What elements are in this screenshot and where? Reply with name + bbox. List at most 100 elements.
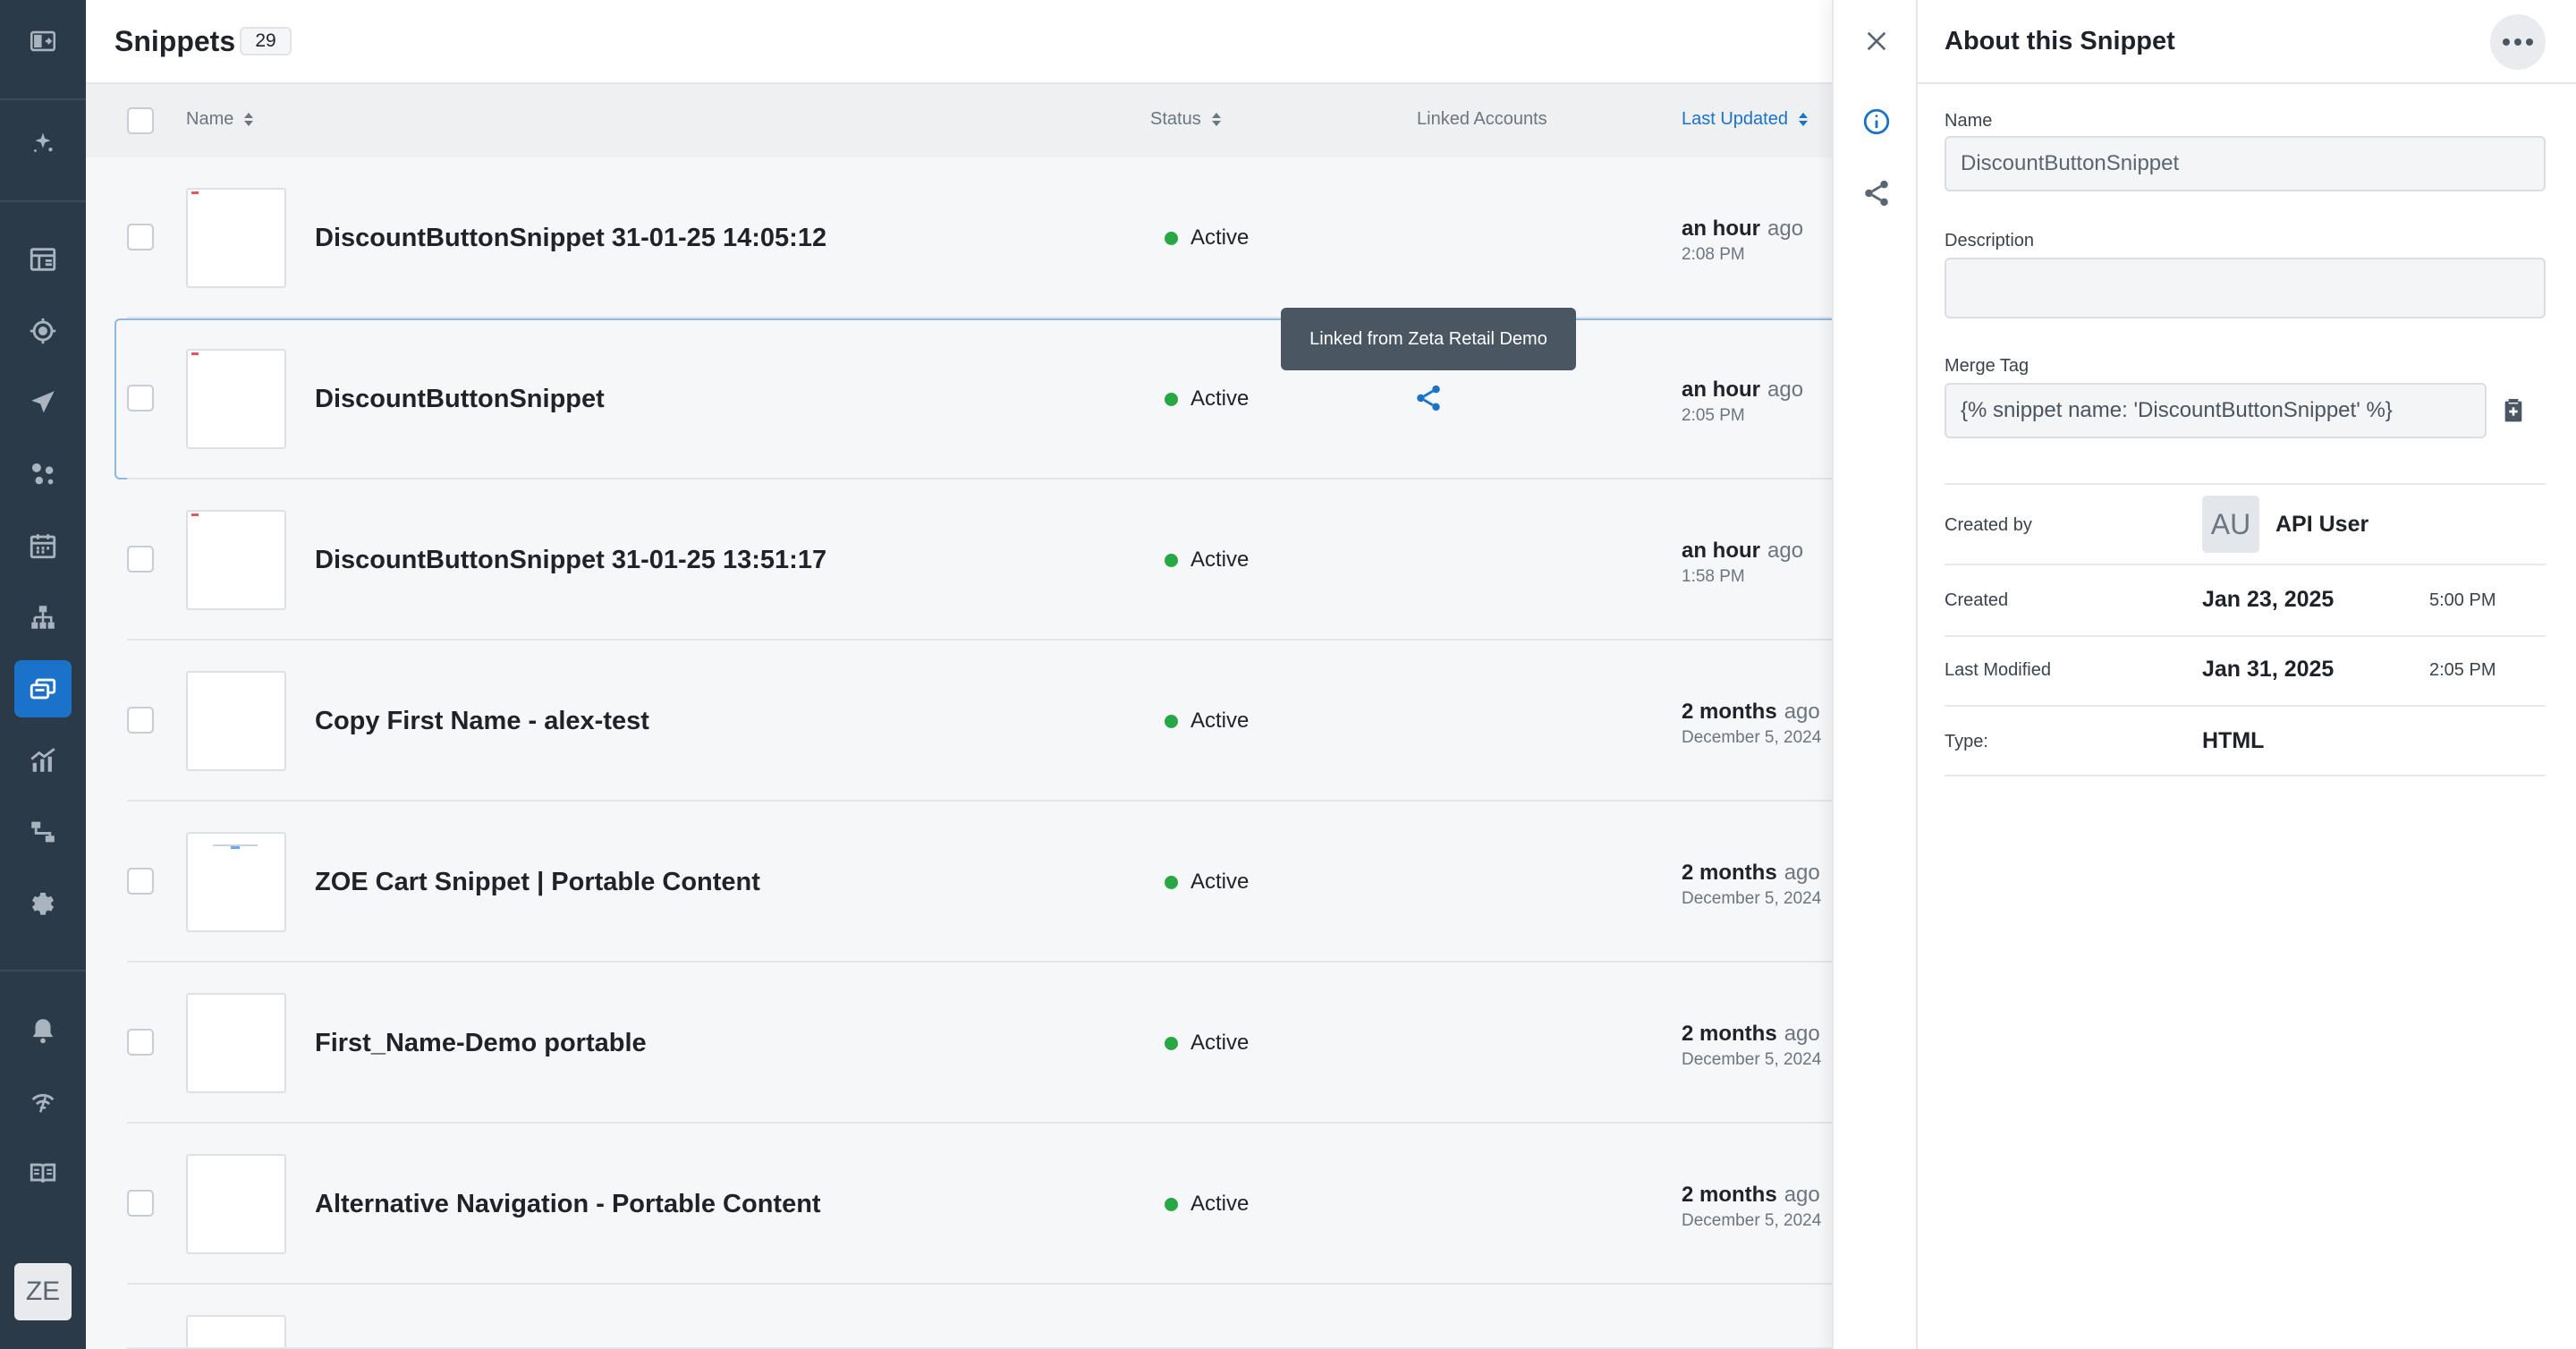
signal-icon[interactable] — [25, 1084, 61, 1120]
table-row[interactable]: Copy First Name - alex-test Active 2 mon… — [86, 641, 1832, 802]
status-dot-icon — [1165, 1197, 1178, 1211]
collapse-sidebar-icon[interactable] — [25, 23, 61, 59]
panel-icon-strip — [1832, 0, 1918, 1349]
status-dot-icon — [1165, 875, 1178, 889]
snippet-name[interactable]: DiscountButtonSnippet 31-01-25 13:51:17 — [315, 546, 826, 575]
hierarchy-icon[interactable] — [25, 599, 61, 635]
status-dot-icon — [1165, 1036, 1178, 1050]
last-updated: an hour ago 1:58 PM — [1682, 539, 1804, 586]
table-row[interactable]: DiscountButtonSnippet 31-01-25 13:51:17 … — [86, 479, 1832, 641]
page-title: Snippets — [114, 25, 236, 57]
status-badge: Active — [1165, 870, 1249, 895]
last-updated: an hour ago 2:08 PM — [1682, 216, 1804, 264]
status-badge: Active — [1165, 708, 1249, 734]
target-icon[interactable] — [25, 313, 61, 349]
last-updated: 2 months ago December 5, 2024 — [1682, 1183, 1822, 1230]
bell-icon[interactable] — [25, 1013, 61, 1048]
snippet-name[interactable]: ZOE Cart Snippet | Portable Content — [315, 868, 760, 897]
info-icon[interactable] — [1860, 106, 1893, 138]
table-row[interactable]: First_Name-Demo portable Active 2 months… — [86, 963, 1832, 1124]
send-icon[interactable] — [25, 385, 61, 420]
panel-title: About this Snippet — [1945, 27, 2175, 55]
sort-icon — [1211, 113, 1221, 126]
table-row[interactable]: ZOE Cart Snippet | Portable Content Acti… — [86, 802, 1832, 963]
share-icon[interactable] — [1860, 177, 1893, 209]
name-field[interactable]: DiscountButtonSnippet — [1945, 136, 2546, 191]
status-dot-icon — [1165, 714, 1178, 728]
last-updated: 2 months ago December 5, 2024 — [1682, 700, 1822, 747]
content-snippets-icon[interactable] — [25, 671, 61, 707]
select-all-checkbox[interactable] — [127, 107, 154, 134]
panel-header: About this Snippet — [1918, 0, 2576, 84]
user-avatar: AU — [2202, 496, 2259, 553]
snippet-thumbnail — [186, 993, 286, 1093]
table-header: Name Status Linked Accounts Last Updated — [86, 84, 1832, 157]
snippet-details-panel: About this Snippet Name DiscountButtonSn… — [1918, 0, 2576, 1349]
merge-tag-label: Merge Tag — [1945, 356, 2029, 376]
audience-icon[interactable] — [25, 456, 61, 492]
status-badge: Active — [1165, 1031, 1249, 1056]
nav-divider — [0, 98, 86, 100]
status-badge: Active — [1165, 1192, 1249, 1217]
column-header-last-updated[interactable]: Last Updated — [1682, 109, 1808, 130]
row-checkbox[interactable] — [127, 868, 154, 895]
snippet-thumbnail — [186, 671, 286, 771]
row-checkbox[interactable] — [127, 1029, 154, 1056]
left-nav: ZE — [0, 0, 86, 1349]
status-badge: Active — [1165, 386, 1249, 411]
settings-gear-icon[interactable] — [25, 886, 61, 921]
snippet-thumbnail — [186, 188, 286, 288]
created-row: Created Jan 23, 2025 5:00 PM — [1945, 565, 2546, 637]
sparkle-icon[interactable] — [25, 125, 61, 161]
snippet-name[interactable]: Alternative Navigation - Portable Conten… — [315, 1190, 821, 1219]
column-header-status[interactable]: Status — [1150, 109, 1221, 130]
row-checkbox[interactable] — [127, 385, 154, 411]
status-badge: Active — [1165, 225, 1249, 250]
row-checkbox[interactable] — [127, 546, 154, 573]
snippet-thumbnail — [186, 1315, 286, 1349]
row-checkbox[interactable] — [127, 707, 154, 734]
snippet-name[interactable]: First_Name-Demo portable — [315, 1029, 647, 1058]
table-row[interactable]: Alternative Navigation - Portable Conten… — [86, 1124, 1832, 1285]
more-options-button[interactable] — [2490, 14, 2546, 70]
snippet-name[interactable]: DiscountButtonSnippet 31-01-25 14:05:12 — [315, 224, 826, 253]
calendar-icon[interactable] — [25, 528, 61, 564]
description-label: Description — [1945, 231, 2035, 250]
status-dot-icon — [1165, 231, 1178, 245]
row-checkbox[interactable] — [127, 224, 154, 250]
sort-icon — [244, 113, 254, 126]
row-checkbox[interactable] — [127, 1190, 154, 1217]
column-header-linked-accounts: Linked Accounts — [1417, 109, 1547, 129]
last-updated: an hour ago 2:05 PM — [1682, 378, 1804, 425]
created-by-name: API User — [2275, 512, 2369, 537]
snippet-count-badge: 29 — [240, 27, 292, 55]
workflow-icon[interactable] — [25, 814, 61, 850]
account-avatar[interactable]: ZE — [14, 1263, 72, 1320]
name-label: Name — [1945, 111, 1993, 131]
merge-tag-field[interactable]: {% snippet name: 'DiscountButtonSnippet'… — [1945, 383, 2487, 438]
type-row: Type: HTML — [1945, 707, 2546, 776]
table-row[interactable] — [86, 1285, 1832, 1349]
last-updated: 2 months ago December 5, 2024 — [1682, 861, 1822, 908]
description-field[interactable] — [1945, 258, 2546, 318]
close-icon[interactable] — [1860, 25, 1893, 57]
last-modified-row: Last Modified Jan 31, 2025 2:05 PM — [1945, 637, 2546, 707]
snippet-thumbnail — [186, 349, 286, 449]
status-dot-icon — [1165, 392, 1178, 406]
snippet-name[interactable]: DiscountButtonSnippet — [315, 385, 605, 414]
sort-icon — [1798, 113, 1808, 126]
table-row[interactable]: DiscountButtonSnippet 31-01-25 14:05:12 … — [86, 157, 1832, 318]
copy-clipboard-icon[interactable] — [2499, 394, 2528, 426]
snippet-name[interactable]: Copy First Name - alex-test — [315, 707, 649, 736]
column-header-name[interactable]: Name — [186, 109, 254, 130]
snippet-thumbnail — [186, 510, 286, 610]
dashboard-icon[interactable] — [25, 242, 61, 277]
linked-tooltip: Linked from Zeta Retail Demo — [1281, 308, 1576, 370]
linked-share-icon[interactable] — [1413, 383, 1444, 413]
snippet-thumbnail — [186, 1154, 286, 1254]
nav-divider — [0, 970, 86, 971]
book-icon[interactable] — [25, 1156, 61, 1192]
snippet-thumbnail — [186, 832, 286, 932]
page-header: Snippets 29 — [86, 0, 1832, 84]
analytics-icon[interactable] — [25, 742, 61, 778]
